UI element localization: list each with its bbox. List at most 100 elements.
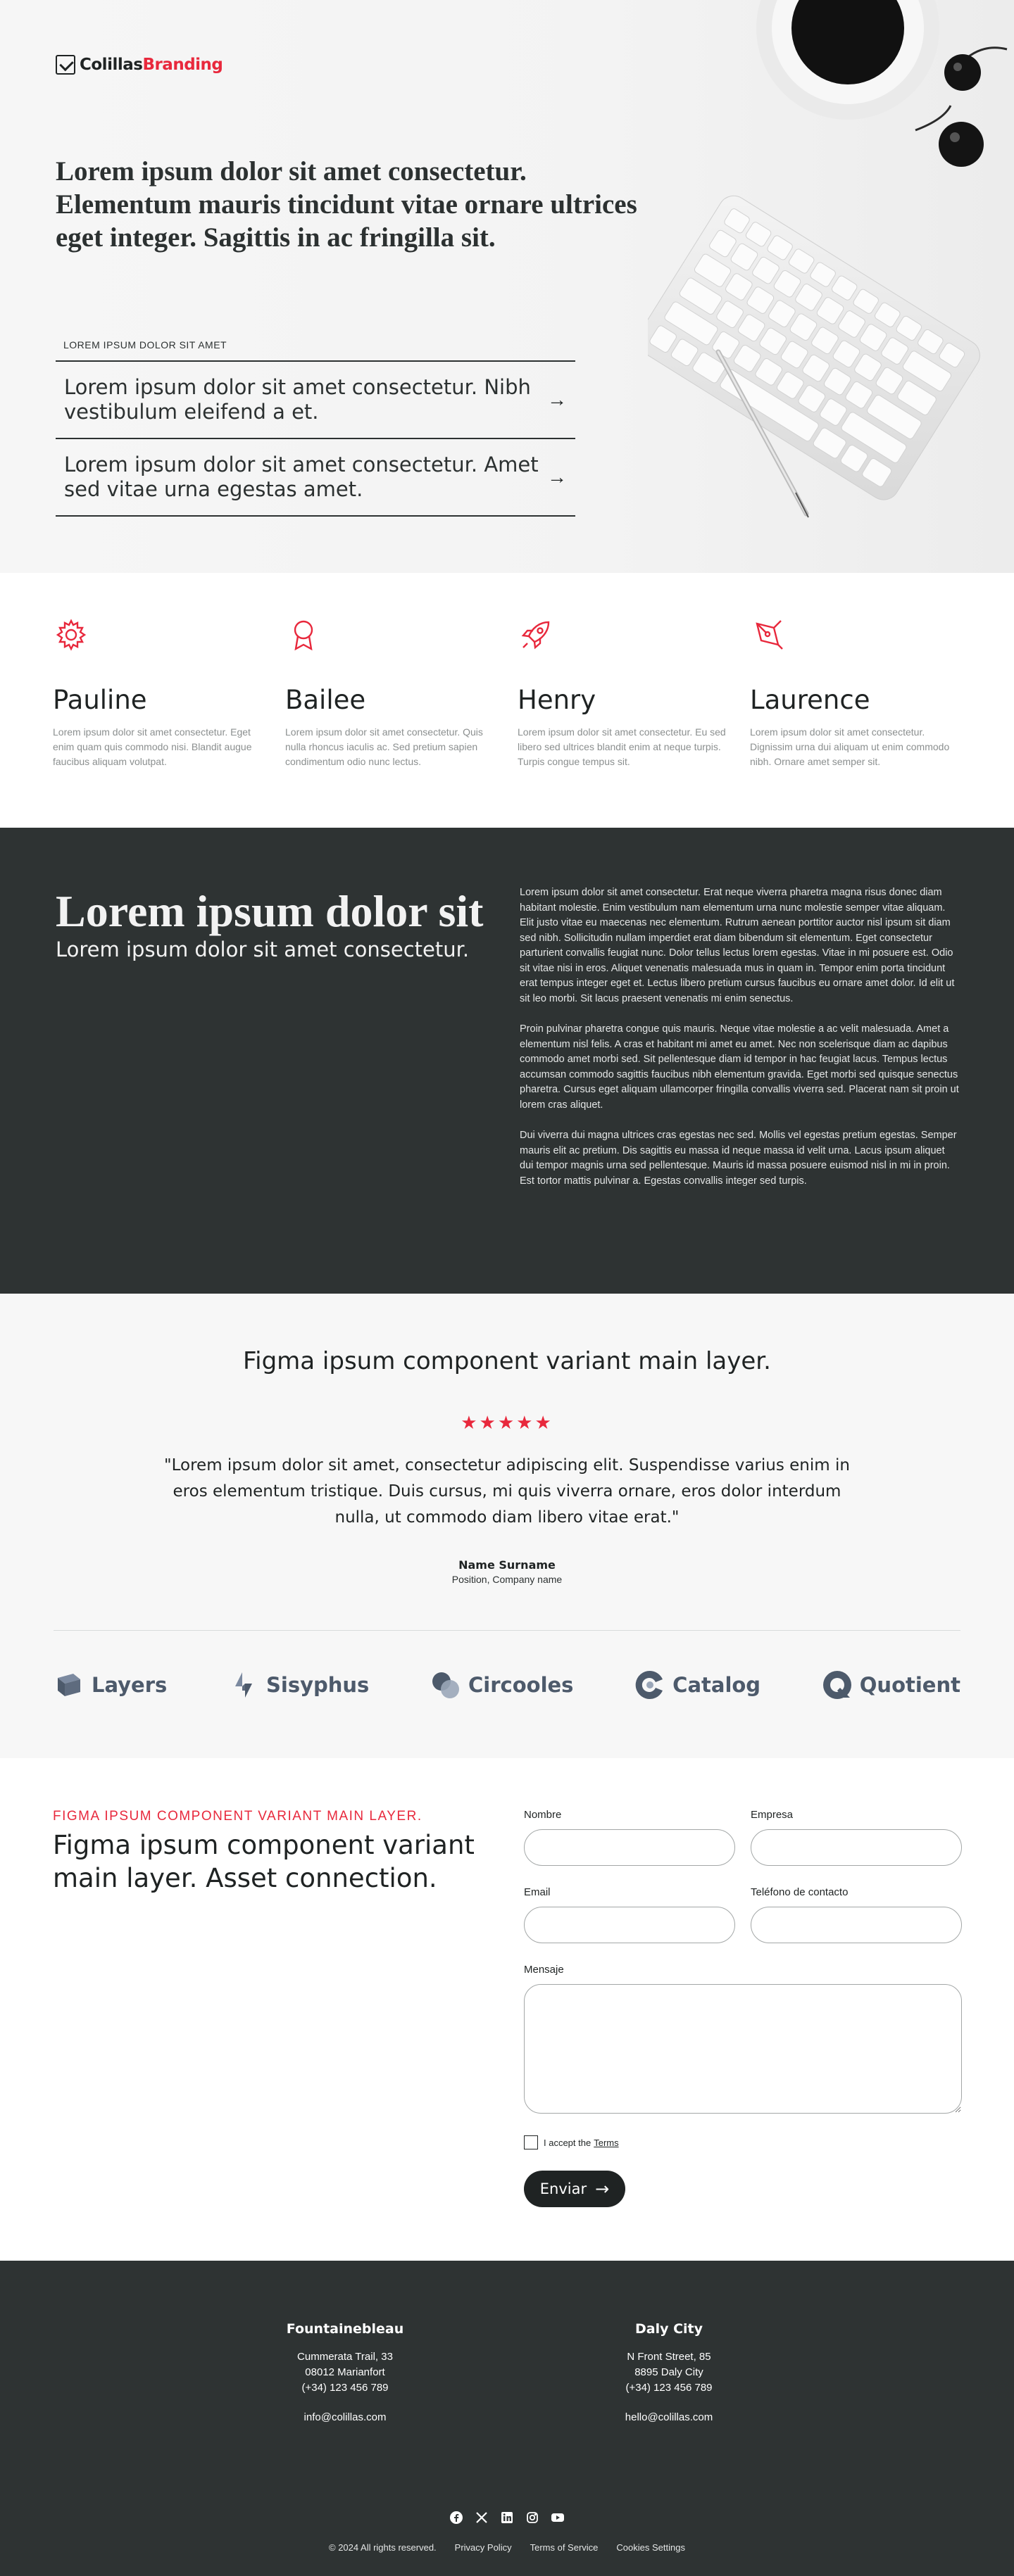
award-ribbon-icon	[294, 620, 313, 651]
terms-label: I accept the	[544, 2137, 592, 2148]
submit-label: Enviar	[539, 2180, 587, 2197]
terms-of-service-link[interactable]: Terms of Service	[530, 2542, 599, 2553]
feature-card: Henry Lorem ipsum dolor sit amet consect…	[518, 617, 729, 769]
client-logo-name: Quotient	[859, 1673, 960, 1697]
client-logo-name: Sisyphus	[266, 1673, 370, 1697]
office-email[interactable]: hello@colillas.com	[563, 2410, 775, 2425]
message-textarea[interactable]	[524, 1984, 962, 2114]
hero-title: Lorem ipsum dolor sit amet consectetur. …	[56, 156, 637, 253]
brand-name-part2: Branding	[142, 56, 223, 74]
client-logo-name: Catalog	[672, 1673, 761, 1697]
facebook-icon[interactable]	[449, 2510, 464, 2525]
star-rating-icon: ★★★★★	[461, 1412, 553, 1433]
name-field-group: Nombre	[524, 1809, 735, 1866]
testimonial-role: Position, Company name	[451, 1574, 563, 1585]
feature-title: Laurence	[750, 685, 870, 715]
office-street: N Front Street, 85	[627, 2351, 711, 2363]
feature-title: Pauline	[53, 685, 147, 715]
email-field-group: Email	[524, 1886, 735, 1943]
contact-eyebrow: FIGMA IPSUM COMPONENT VARIANT MAIN LAYER…	[53, 1809, 423, 1824]
about-paragraph: Lorem ipsum dolor sit amet consectetur. …	[520, 887, 955, 1004]
client-logo-catalog: Catalog	[634, 1669, 760, 1700]
hero-link-label: Lorem ipsum dolor sit amet consectetur. …	[64, 453, 539, 501]
name-input[interactable]	[524, 1829, 735, 1866]
x-icon[interactable]	[474, 2510, 489, 2525]
company-field-group: Empresa	[751, 1809, 962, 1866]
quotient-logo-icon	[822, 1671, 851, 1699]
arrow-right-icon: →	[547, 466, 567, 488]
phone-label: Teléfono de contacto	[751, 1886, 849, 1898]
submit-button[interactable]: Enviar →	[524, 2171, 625, 2207]
logo-mark-icon	[56, 55, 75, 75]
social-links	[0, 2510, 1014, 2525]
phone-field-group: Teléfono de contacto	[751, 1886, 962, 1943]
brand-logo[interactable]: Colillas Branding	[56, 55, 223, 75]
hero-section: Colillas Branding Lorem ipsum dolor sit a…	[0, 0, 1014, 573]
office-fountainebleau: Fountainebleau Cummerata Trail, 33 08012…	[239, 2321, 451, 2425]
layers-logo-icon	[58, 1674, 80, 1696]
brand-name-part1: Colillas	[80, 56, 143, 74]
company-input[interactable]	[751, 1829, 962, 1866]
about-section: Lorem ipsum dolor sit Lorem ipsum dolor …	[0, 828, 1014, 1294]
message-label: Mensaje	[524, 1964, 564, 1976]
message-field-group: Mensaje	[524, 1964, 962, 2117]
hero-link-1[interactable]: Lorem ipsum dolor sit amet consectetur. …	[56, 362, 575, 439]
testimonial-quote: "Lorem ipsum dolor sit amet, consectetur…	[164, 1456, 850, 1527]
hero-link-label: Lorem ipsum dolor sit amet consectetur. …	[64, 375, 531, 424]
feature-text: Lorem ipsum dolor sit amet consectetur. …	[285, 726, 483, 767]
terms-link[interactable]: Terms	[594, 2138, 618, 2148]
legal-bar: © 2024 All rights reserved. Privacy Poli…	[0, 2542, 1014, 2553]
client-logos: Layers Sisyphus Circooles Catalog Quotie…	[54, 1669, 960, 1700]
feature-card: Laurence Lorem ipsum dolor sit amet cons…	[750, 617, 961, 769]
office-city: Daly City	[634, 2321, 703, 2337]
client-logo-sisyphus: Sisyphus	[228, 1669, 369, 1700]
email-input[interactable]	[524, 1907, 735, 1943]
youtube-icon[interactable]	[550, 2510, 565, 2525]
arrow-right-icon: →	[595, 2179, 610, 2199]
office-postal: 8895 Daly City	[634, 2366, 703, 2378]
office-postal: 08012 Marianfort	[305, 2366, 385, 2378]
instagram-icon[interactable]	[525, 2510, 540, 2525]
catalog-logo-icon	[635, 1670, 663, 1699]
sisyphus-logo-icon	[235, 1672, 252, 1698]
client-logo-circooles: Circooles	[430, 1669, 573, 1700]
phone-input[interactable]	[751, 1907, 962, 1943]
contact-title: Figma ipsum component variant main layer…	[53, 1830, 475, 1893]
office-email[interactable]: info@colillas.com	[239, 2410, 451, 2425]
client-logo-layers: Layers	[54, 1669, 167, 1700]
hero-desk-image	[648, 0, 1008, 518]
divider	[54, 1630, 960, 1631]
feature-title: Bailee	[285, 685, 366, 715]
hero-eyebrow: LOREM IPSUM DOLOR SIT AMET	[63, 339, 227, 351]
email-label: Email	[524, 1886, 551, 1898]
gear-icon	[56, 619, 87, 651]
linkedin-icon[interactable]	[499, 2510, 515, 2525]
feature-text: Lorem ipsum dolor sit amet consectetur. …	[750, 726, 950, 767]
feature-card: Pauline Lorem ipsum dolor sit amet conse…	[53, 617, 264, 769]
copyright-text: © 2024 All rights reserved.	[329, 2542, 437, 2553]
about-paragraph: Dui viverra dui magna ultrices cras eges…	[520, 1130, 957, 1187]
terms-checkbox-row: I accept the Terms	[524, 2135, 619, 2149]
rocket-icon	[521, 621, 550, 650]
company-label: Empresa	[751, 1809, 794, 1821]
circooles-logo-icon	[432, 1672, 460, 1698]
hero-link-2[interactable]: Lorem ipsum dolor sit amet consectetur. …	[56, 439, 575, 517]
about-title: Lorem ipsum dolor sit	[56, 886, 484, 936]
about-paragraph: Proin pulvinar pharetra congue quis maur…	[520, 1023, 959, 1111]
feature-text: Lorem ipsum dolor sit amet consectetur. …	[518, 726, 726, 767]
contact-section: FIGMA IPSUM COMPONENT VARIANT MAIN LAYER…	[0, 1758, 1014, 2261]
office-street: Cummerata Trail, 33	[297, 2351, 393, 2363]
name-label: Nombre	[524, 1809, 562, 1821]
about-text: Lorem ipsum dolor sit amet consectetur. …	[520, 885, 959, 1204]
office-daly-city: Daly City N Front Street, 85 8895 Daly C…	[563, 2321, 775, 2425]
privacy-policy-link[interactable]: Privacy Policy	[455, 2542, 512, 2553]
testimonial-section: Figma ipsum component variant main layer…	[0, 1294, 1014, 1758]
client-logo-name: Circooles	[468, 1673, 574, 1697]
testimonial-heading: Figma ipsum component variant main layer…	[243, 1347, 771, 1375]
office-phone[interactable]: (+34) 123 456 789	[239, 2380, 451, 2396]
office-phone[interactable]: (+34) 123 456 789	[563, 2380, 775, 2396]
feature-card: Bailee Lorem ipsum dolor sit amet consec…	[285, 617, 496, 769]
testimonial-name: Name Surname	[458, 1558, 556, 1572]
cookies-settings-link[interactable]: Cookies Settings	[616, 2542, 685, 2553]
terms-checkbox[interactable]	[524, 2135, 538, 2149]
